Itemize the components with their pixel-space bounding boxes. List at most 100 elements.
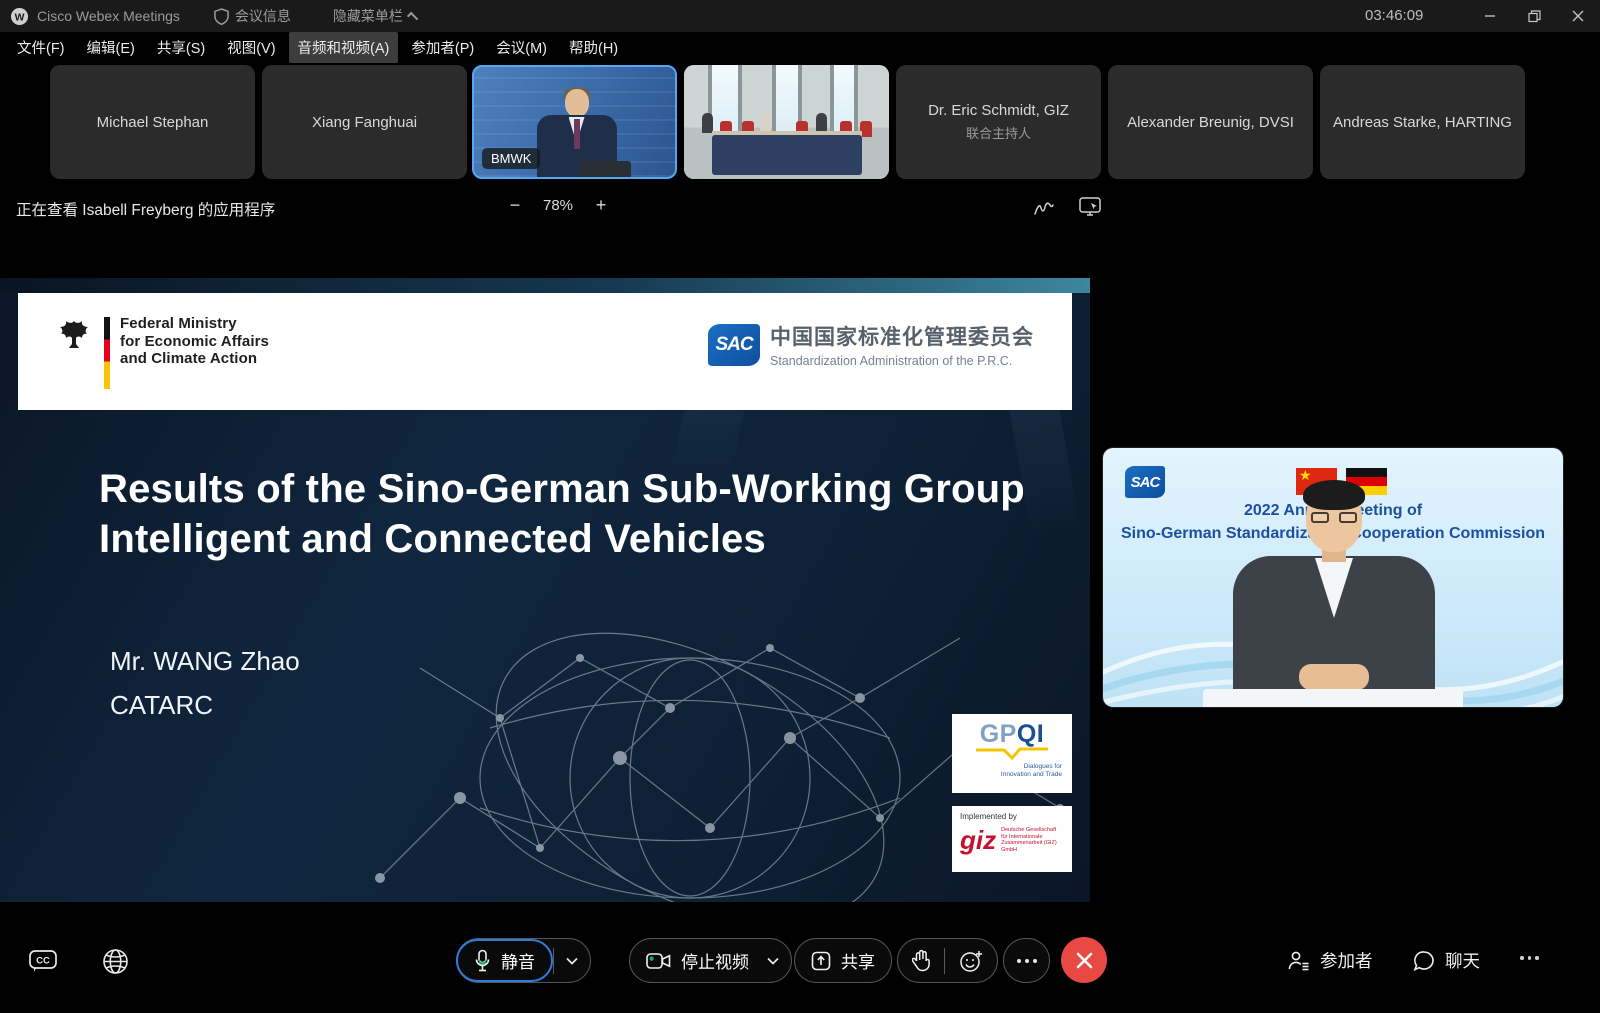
meeting-clock: 03:46:09 bbox=[1365, 7, 1423, 24]
close-button[interactable] bbox=[1556, 0, 1600, 32]
shield-icon bbox=[214, 8, 229, 25]
menu-meeting[interactable]: 会议(M) bbox=[487, 32, 556, 63]
minimize-button[interactable] bbox=[1468, 0, 1512, 32]
menu-share[interactable]: 共享(S) bbox=[148, 32, 214, 63]
gpqi-logo: GPQI Dialogues for Innovation and Trade bbox=[952, 714, 1072, 793]
share-label: 共享 bbox=[841, 948, 875, 973]
participants-panel-button[interactable]: 参加者 bbox=[1287, 948, 1373, 973]
title-bar: W Cisco Webex Meetings 会议信息 隐藏菜单栏 03:46:… bbox=[0, 0, 1600, 32]
slide-top-band bbox=[0, 278, 1090, 293]
share-button[interactable]: 共享 bbox=[794, 938, 892, 983]
hide-menubar-button[interactable]: 隐藏菜单栏 bbox=[333, 6, 419, 26]
raise-hand-icon bbox=[912, 949, 930, 973]
chat-label: 聊天 bbox=[1445, 948, 1480, 973]
sac-logo-icon: SAC bbox=[708, 324, 760, 366]
german-flag-stripe bbox=[104, 317, 110, 389]
zoom-out-button[interactable]: − bbox=[505, 195, 525, 216]
meeting-info-button[interactable]: 会议信息 bbox=[214, 6, 291, 26]
smiley-icon bbox=[959, 949, 983, 973]
pip-speaker-video bbox=[1203, 486, 1463, 707]
raise-hand-button[interactable] bbox=[898, 939, 944, 982]
mute-button[interactable]: 静音 bbox=[456, 939, 553, 982]
meeting-info-label: 会议信息 bbox=[235, 6, 291, 26]
menu-audio-video[interactable]: 音频和视频(A) bbox=[289, 32, 399, 63]
menu-help[interactable]: 帮助(H) bbox=[560, 32, 627, 63]
participant-tile-room-video[interactable] bbox=[684, 65, 889, 179]
menu-participants[interactable]: 参加者(P) bbox=[402, 32, 483, 63]
reactions-group bbox=[897, 938, 998, 983]
participants-label: 参加者 bbox=[1320, 948, 1373, 973]
stage-video-pip[interactable]: SAC ★ 2022 Annual Meeting of Sino-German… bbox=[1103, 448, 1563, 707]
mute-button-group: 静音 bbox=[456, 938, 591, 983]
participants-icon bbox=[1287, 949, 1311, 973]
giz-logo: Implemented by giz Deutsche Gesellschaft… bbox=[952, 806, 1072, 872]
participant-name: Dr. Eric Schmidt, GIZ bbox=[928, 102, 1069, 119]
menu-bar: 文件(F) 编辑(E) 共享(S) 视图(V) 音频和视频(A) 参加者(P) … bbox=[0, 32, 1600, 63]
participant-tile[interactable]: Andreas Starke, HARTING bbox=[1320, 65, 1525, 179]
remote-control-icon[interactable] bbox=[1078, 195, 1104, 219]
slide-speaker-name: Mr. WANG Zhao bbox=[110, 646, 300, 677]
video-options-chevron[interactable] bbox=[765, 939, 791, 982]
camera-icon bbox=[646, 952, 671, 970]
sac-chinese-name: 中国国家标准化管理委员会 bbox=[770, 321, 1034, 351]
svg-text:W: W bbox=[15, 12, 25, 23]
language-globe-button[interactable] bbox=[102, 948, 129, 975]
leave-meeting-button[interactable] bbox=[1061, 937, 1107, 983]
hide-menubar-label: 隐藏菜单栏 bbox=[333, 6, 403, 26]
app-title: Cisco Webex Meetings bbox=[37, 8, 180, 24]
share-status-bar: 正在查看 Isabell Freyberg 的应用程序 − 78% + bbox=[0, 185, 1600, 232]
stop-video-label: 停止视频 bbox=[681, 948, 749, 973]
participant-name: Xiang Fanghuai bbox=[312, 114, 417, 131]
zoom-level: 78% bbox=[543, 197, 573, 214]
svg-text:CC: CC bbox=[36, 956, 50, 967]
audio-options-chevron[interactable] bbox=[554, 939, 590, 982]
participant-tile[interactable]: Dr. Eric Schmidt, GIZ 联合主持人 bbox=[896, 65, 1101, 179]
participant-tile-active-speaker[interactable]: BMWK bbox=[472, 65, 677, 179]
chevron-up-icon bbox=[407, 12, 418, 23]
participant-name: Andreas Starke, HARTING bbox=[1333, 114, 1512, 131]
pip-sac-logo: SAC bbox=[1125, 466, 1165, 498]
share-icon bbox=[811, 951, 831, 971]
slide-title: Results of the Sino-German Sub-Working G… bbox=[99, 464, 1025, 564]
microphone-icon bbox=[474, 949, 491, 973]
sac-logo: SAC 中国国家标准化管理委员会 Standardization Adminis… bbox=[708, 321, 1034, 368]
more-options-icon bbox=[1017, 959, 1037, 963]
participant-name: Michael Stephan bbox=[97, 114, 209, 131]
reactions-button[interactable] bbox=[945, 939, 997, 982]
restore-button[interactable] bbox=[1512, 0, 1556, 32]
sac-english-name: Standardization Administration of the P.… bbox=[770, 354, 1034, 368]
annotate-icon[interactable] bbox=[1032, 195, 1056, 219]
participant-tile[interactable]: Michael Stephan bbox=[50, 65, 255, 179]
share-status-text: 正在查看 Isabell Freyberg 的应用程序 bbox=[16, 198, 275, 220]
zoom-in-button[interactable]: + bbox=[591, 195, 611, 216]
ellipsis-icon bbox=[1520, 956, 1539, 960]
webex-logo-icon: W bbox=[10, 7, 29, 26]
more-panels-button[interactable] bbox=[1520, 956, 1539, 960]
more-options-button[interactable] bbox=[1003, 938, 1050, 983]
meeting-control-bar: CC 静音 bbox=[0, 930, 1600, 1013]
stop-video-button-group: 停止视频 bbox=[629, 938, 792, 983]
presentation-slide: Federal Ministry for Economic Affairs an… bbox=[0, 278, 1090, 902]
participant-badge: BMWK bbox=[482, 148, 540, 169]
participant-tile[interactable]: Alexander Breunig, DVSI bbox=[1108, 65, 1313, 179]
menu-view[interactable]: 视图(V) bbox=[218, 32, 284, 63]
federal-eagle-icon bbox=[54, 315, 94, 389]
chat-bubble-icon bbox=[1412, 949, 1436, 973]
slide-header-band: Federal Ministry for Economic Affairs an… bbox=[18, 293, 1072, 410]
shared-screen-area: Federal Ministry for Economic Affairs an… bbox=[0, 232, 1090, 930]
menu-file[interactable]: 文件(F) bbox=[8, 32, 74, 63]
bmwk-ministry-logo: Federal Ministry for Economic Affairs an… bbox=[54, 315, 269, 389]
mute-label: 静音 bbox=[501, 948, 535, 973]
stop-video-button[interactable]: 停止视频 bbox=[630, 939, 765, 982]
chat-panel-button[interactable]: 聊天 bbox=[1412, 948, 1480, 973]
closed-captions-button[interactable]: CC bbox=[28, 948, 58, 974]
participant-strip: Michael Stephan Xiang Fanghuai BMWK bbox=[0, 63, 1600, 185]
slide-speaker-org: CATARC bbox=[110, 690, 213, 721]
participant-role: 联合主持人 bbox=[966, 123, 1031, 142]
gpqi-zigzag-icon bbox=[974, 747, 1050, 761]
webex-window: W Cisco Webex Meetings 会议信息 隐藏菜单栏 03:46:… bbox=[0, 0, 1600, 1013]
participant-tile[interactable]: Xiang Fanghuai bbox=[262, 65, 467, 179]
menu-edit[interactable]: 编辑(E) bbox=[78, 32, 144, 63]
leave-x-icon bbox=[1076, 952, 1093, 969]
participant-name: Alexander Breunig, DVSI bbox=[1127, 114, 1294, 131]
